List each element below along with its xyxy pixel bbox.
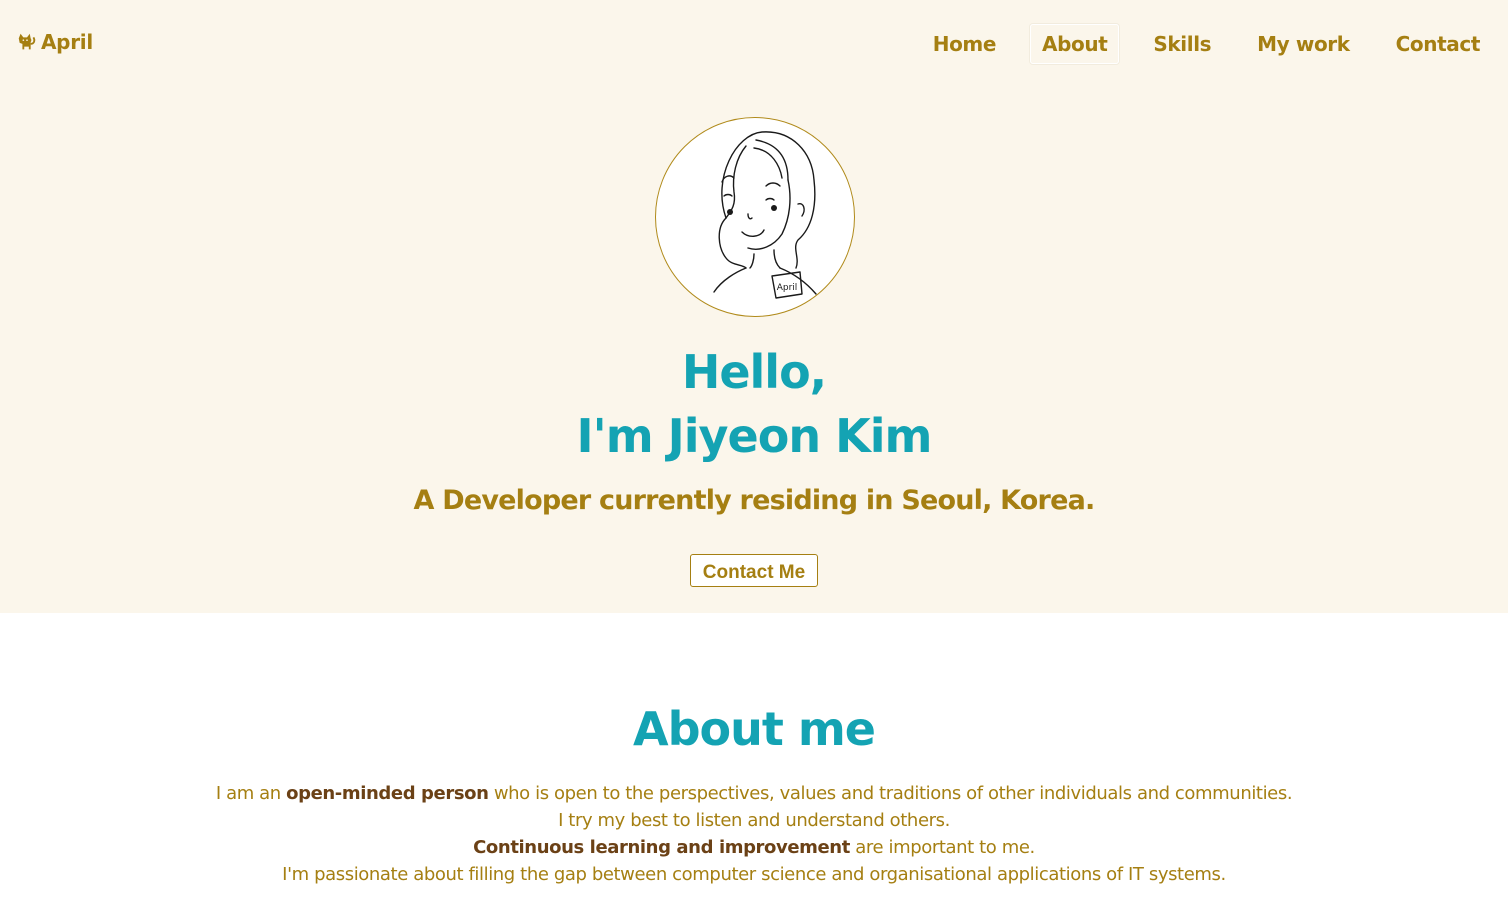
about-description: I am an open-minded person who is open t… [0,780,1508,888]
nav-item-my-work[interactable]: My work [1245,24,1361,64]
hero-subtitle: A Developer currently residing in Seoul,… [413,485,1096,516]
brand-logo[interactable]: April [16,30,93,54]
about-line3-post: are important to me. [849,837,1035,858]
hero-heading: Hello, I'm Jiyeon Kim [0,340,1508,468]
hero-section: April Home About Skills My work Contact [0,0,1508,613]
about-line1-post: who is open to the perspectives, values … [488,783,1293,804]
nav-item-contact[interactable]: Contact [1384,24,1492,64]
about-title: About me [632,702,876,756]
about-line1-pre: I am an [215,783,287,804]
main-nav: Home About Skills My work Contact [899,24,1492,64]
nav-item-about[interactable]: About [1030,24,1120,64]
about-line1-emphasis: open-minded person [286,783,489,804]
about-line2: I try my best to listen and understand o… [558,810,950,831]
brand-name: April [41,30,93,54]
hero-greeting-line2: I'm Jiyeon Kim [576,409,933,463]
nav-item-home[interactable]: Home [921,24,1008,64]
nav-item-skills[interactable]: Skills [1141,24,1223,64]
about-line4: I'm passionate about filling the gap bet… [282,864,1226,885]
contact-me-button[interactable]: Contact Me [690,554,818,587]
avatar-badge-text: April [777,283,798,293]
cat-icon [18,33,36,50]
hero-greeting-line1: Hello, [681,345,827,399]
avatar-sketch: April [713,131,817,299]
avatar: April [655,117,855,317]
about-line3-emphasis: Continuous learning and improvement [473,837,850,858]
